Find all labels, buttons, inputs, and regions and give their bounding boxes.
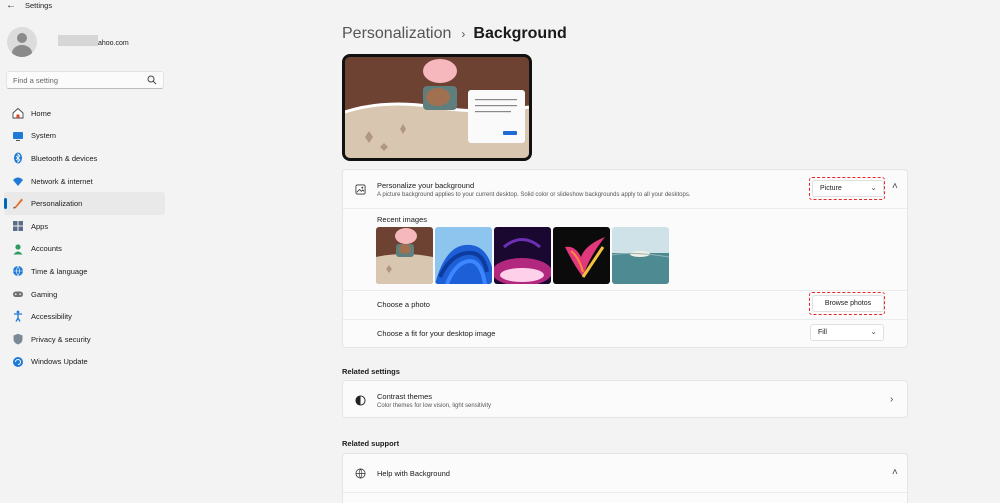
recent-image-thumbnail[interactable]	[435, 227, 492, 284]
sidebar-item-label: Privacy & security	[31, 334, 91, 344]
gaming-icon	[13, 291, 23, 297]
email-redaction	[58, 35, 98, 46]
sidebar-item-personalization[interactable]: Personalization	[4, 192, 165, 215]
related-support-heading: Related support	[342, 439, 400, 448]
collapse-chevron-up-icon[interactable]: ˄	[892, 181, 898, 192]
recent-image-thumbnail[interactable]	[553, 227, 610, 284]
desktop-preview-image	[345, 57, 529, 158]
personalize-title: Personalize your background	[377, 181, 475, 190]
highlight-box	[809, 292, 885, 315]
search-icon	[147, 75, 157, 85]
sidebar-item-label: Apps	[31, 221, 49, 231]
recent-image-thumbnail[interactable]	[612, 227, 669, 284]
search-input[interactable]: Find a setting	[6, 71, 164, 89]
privacy-icon	[13, 333, 23, 345]
avatar[interactable]	[7, 27, 37, 57]
sidebar-item-apps[interactable]: Apps	[4, 215, 165, 238]
network-icon	[13, 177, 23, 186]
sidebar-item-label: Time & language	[31, 266, 88, 276]
related-settings-heading: Related settings	[342, 367, 400, 376]
home-icon	[12, 107, 24, 119]
sidebar-item-label: Personalization	[31, 199, 83, 209]
contrast-title: Contrast themes	[377, 392, 433, 401]
picture-icon	[355, 184, 366, 195]
accounts-icon	[13, 243, 23, 255]
page-title: Background	[473, 25, 567, 42]
divider	[343, 208, 907, 209]
sidebar-item-windows-update[interactable]: Windows Update	[4, 351, 165, 374]
app-title: Settings	[25, 1, 53, 10]
breadcrumb: Personalization › Background	[342, 25, 567, 43]
sidebar-item-time-language[interactable]: Time & language	[4, 260, 165, 283]
sidebar-item-label: Gaming	[31, 289, 58, 299]
divider	[343, 492, 907, 493]
recent-image-thumbnail[interactable]	[494, 227, 551, 284]
recent-images-label: Recent images	[377, 215, 428, 224]
sidebar-item-privacy[interactable]: Privacy & security	[4, 328, 165, 351]
sidebar-item-label: Accessibility	[31, 312, 72, 322]
back-arrow-icon[interactable]: ←	[6, 0, 16, 12]
desktop-preview	[342, 54, 532, 161]
sidebar-item-accessibility[interactable]: Accessibility	[4, 305, 165, 328]
contrast-icon	[355, 395, 366, 406]
fit-label: Choose a fit for your desktop image	[377, 329, 496, 338]
sidebar-item-accounts[interactable]: Accounts	[4, 238, 165, 261]
time-language-icon	[13, 266, 23, 277]
windows-update-icon	[13, 356, 23, 367]
personalization-icon	[13, 198, 23, 209]
title-bar: ← Settings	[0, 0, 1000, 14]
account-email: ahoo.com	[98, 40, 129, 47]
accessibility-icon	[14, 310, 22, 323]
divider	[343, 319, 907, 320]
globe-icon	[355, 468, 366, 479]
personalize-subtitle: A picture background applies to your cur…	[377, 192, 691, 198]
help-with-background-row[interactable]: Help with Background ˄	[342, 453, 908, 503]
sidebar-item-system[interactable]: System	[4, 125, 165, 148]
highlight-box	[809, 177, 885, 200]
sidebar-item-home[interactable]: Home	[4, 102, 165, 125]
sidebar-item-label: Home	[31, 108, 52, 118]
sidebar-item-gaming[interactable]: Gaming	[4, 283, 165, 306]
sidebar-item-label: System	[31, 131, 57, 141]
sidebar-item-bluetooth[interactable]: Bluetooth & devices	[4, 147, 165, 170]
sidebar-nav: Home System Bluetooth & devices Network …	[4, 102, 165, 373]
divider	[343, 290, 907, 291]
sidebar-item-label: Bluetooth & devices	[31, 153, 98, 163]
contrast-subtitle: Color themes for low vision, light sensi…	[377, 403, 492, 409]
search-placeholder: Find a setting	[13, 76, 59, 85]
breadcrumb-parent[interactable]: Personalization	[342, 25, 451, 43]
sidebar-item-label: Windows Update	[31, 357, 88, 367]
collapse-chevron-up-icon[interactable]: ˄	[892, 467, 898, 478]
fit-value: Fill	[818, 329, 827, 336]
recent-image-thumbnail[interactable]	[376, 227, 433, 284]
sidebar-item-network[interactable]: Network & internet	[4, 170, 165, 193]
chevron-right-icon: ›	[890, 394, 894, 405]
sidebar-item-label: Accounts	[31, 244, 62, 254]
apps-icon	[13, 220, 23, 231]
sidebar-item-label: Network & internet	[31, 176, 93, 186]
breadcrumb-separator: ›	[461, 27, 466, 41]
help-title: Help with Background	[377, 469, 450, 478]
system-icon	[13, 131, 23, 141]
chevron-down-icon: ⌄	[870, 327, 877, 336]
bluetooth-icon	[14, 152, 22, 164]
choose-photo-label: Choose a photo	[377, 300, 430, 309]
fit-dropdown[interactable]: Fill ⌄	[810, 324, 884, 341]
contrast-themes-row[interactable]: Contrast themes Color themes for low vis…	[342, 380, 908, 418]
